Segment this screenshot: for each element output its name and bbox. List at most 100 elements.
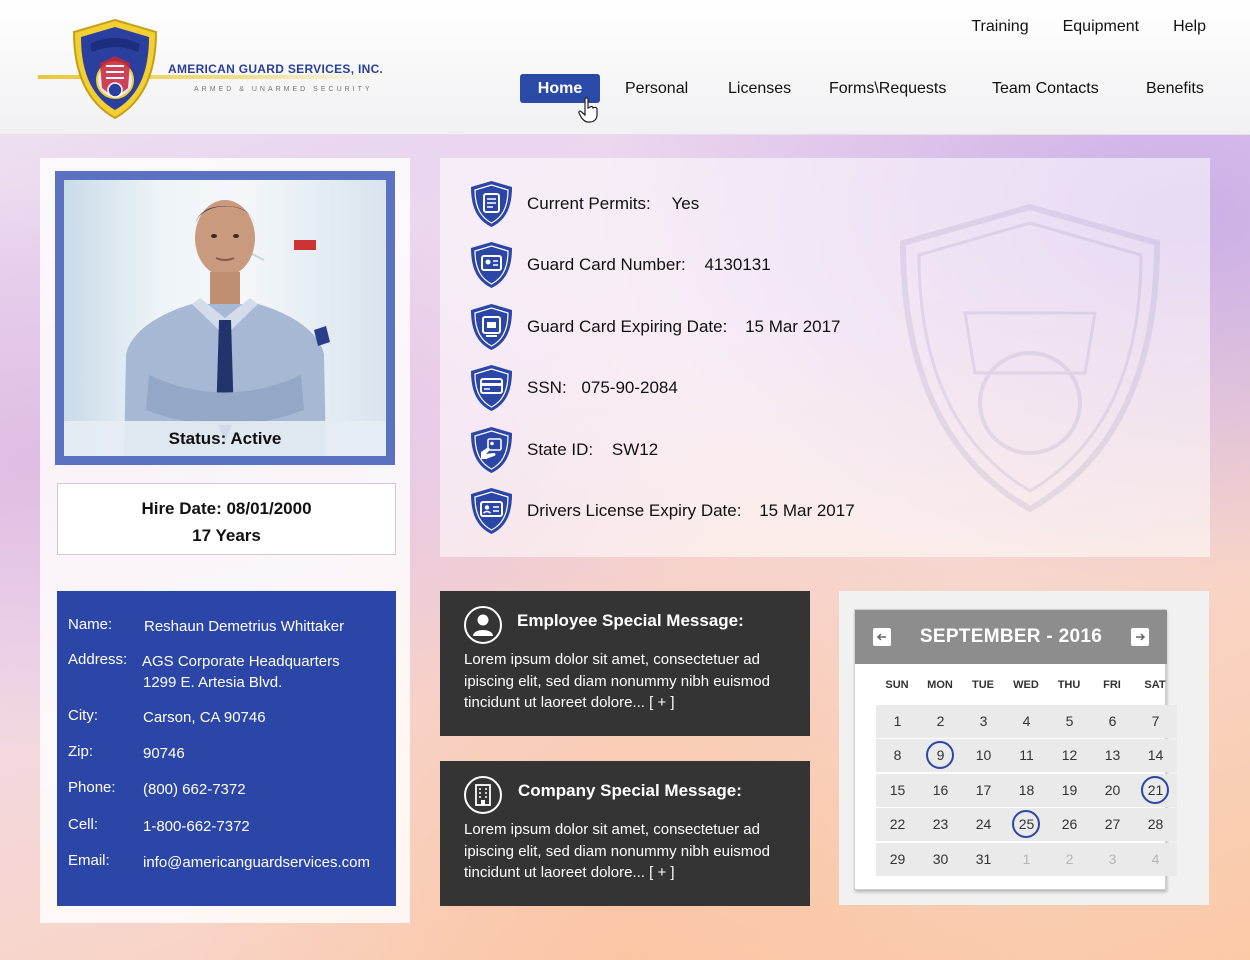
calendar-day[interactable]: 21	[1134, 774, 1177, 807]
calendar-day[interactable]: 8	[876, 739, 919, 772]
calendar-day[interactable]: 28	[1134, 808, 1177, 841]
detail-text: Current Permits: Yes	[527, 194, 699, 214]
calendar-day[interactable]: 24	[962, 808, 1005, 841]
detail-state-id: State ID: SW12	[470, 426, 658, 474]
calendar-day[interactable]: 15	[876, 774, 919, 807]
calendar-day-other-month[interactable]: 1	[1005, 843, 1048, 876]
calendar-header: SEPTEMBER - 2016	[855, 610, 1167, 664]
calendar-day-number: 15	[889, 782, 906, 798]
calendar-day-number: 30	[932, 851, 949, 867]
zip-label: Zip:	[68, 743, 94, 760]
name-label: Name:	[68, 616, 113, 633]
nav-team-contacts[interactable]: Team Contacts	[992, 74, 1099, 103]
event-marker-ring	[1012, 810, 1040, 838]
top-nav-training[interactable]: Training	[971, 18, 1028, 36]
calendar-day[interactable]: 12	[1048, 739, 1091, 772]
employee-message-body[interactable]: Lorem ipsum dolor sit amet, consectetuer…	[464, 649, 794, 714]
calendar-day[interactable]: 26	[1048, 808, 1091, 841]
calendar-day[interactable]: 9	[919, 739, 962, 772]
calendar-day-number: 7	[1151, 713, 1160, 729]
calendar-day[interactable]: 18	[1005, 774, 1048, 807]
calendar-day[interactable]: 31	[962, 843, 1005, 876]
company-logo[interactable]: AMERICAN GUARD SERVICES, INC. ARMED & UN…	[38, 18, 383, 122]
top-nav-help[interactable]: Help	[1173, 18, 1206, 36]
detail-guard-card-expiry: Guard Card Expiring Date: 15 Mar 2017	[470, 303, 841, 351]
detail-ssn: SSN: 075-90-2084	[470, 364, 678, 412]
weekday-tue: TUE	[972, 679, 994, 691]
calendar-day-number: 23	[932, 816, 949, 832]
email-label: Email:	[68, 852, 110, 869]
calendar-day-other-month[interactable]: 4	[1134, 843, 1177, 876]
hand-cursor-icon	[578, 97, 598, 123]
calendar-day-number: 27	[1104, 816, 1121, 832]
detail-text: Drivers License Expiry Date: 15 Mar 2017	[527, 501, 855, 521]
guard-details-panel: Current Permits: Yes Guard Card Number: …	[440, 158, 1210, 557]
calendar-day-number: 3	[979, 713, 988, 729]
calendar-day[interactable]: 14	[1134, 739, 1177, 772]
calendar-day-other-month[interactable]: 3	[1091, 843, 1134, 876]
prev-month-button[interactable]	[873, 628, 891, 646]
calendar-day[interactable]: 17	[962, 774, 1005, 807]
calendar-day[interactable]: 19	[1048, 774, 1091, 807]
calendar-day[interactable]: 7	[1134, 705, 1177, 738]
calendar-day-number: 8	[893, 747, 902, 763]
calendar-day[interactable]: 10	[962, 739, 1005, 772]
city-value: Carson, CA 90746	[143, 709, 266, 726]
status-badge: Status: Active	[64, 421, 386, 456]
current-permits-value: Yes	[671, 194, 700, 213]
calendar-day-number: 29	[889, 851, 906, 867]
calendar-day[interactable]: 25	[1005, 808, 1048, 841]
address-line-2: 1299 E. Artesia Blvd.	[143, 674, 283, 691]
company-message-title: Company Special Message:	[518, 781, 742, 800]
weekday-wed: WED	[1013, 679, 1039, 691]
email-value[interactable]: info@americanguardservices.com	[143, 852, 370, 873]
calendar-day-number: 1	[1022, 851, 1031, 867]
next-month-button[interactable]	[1131, 628, 1149, 646]
shield-logo-icon	[72, 18, 158, 120]
calendar-day-number: 14	[1147, 747, 1164, 763]
calendar-day[interactable]: 2	[919, 705, 962, 738]
weekday-fri: FRI	[1103, 679, 1121, 691]
city-label: City:	[68, 707, 98, 724]
calendar-day[interactable]: 23	[919, 808, 962, 841]
top-nav: Training Equipment Help	[971, 18, 1206, 36]
calendar-day[interactable]: 22	[876, 808, 919, 841]
calendar-day[interactable]: 1	[876, 705, 919, 738]
calendar-day[interactable]: 30	[919, 843, 962, 876]
nav-benefits[interactable]: Benefits	[1146, 74, 1204, 103]
calendar-day-number: 26	[1061, 816, 1078, 832]
nav-licenses[interactable]: Licenses	[728, 74, 791, 103]
top-nav-equipment[interactable]: Equipment	[1063, 18, 1140, 36]
user-icon	[464, 606, 502, 644]
guard-photo	[124, 200, 330, 456]
calendar-day-number: 19	[1061, 782, 1078, 798]
calendar-card-icon	[471, 304, 512, 350]
guard-card-expiry-value: 15 Mar 2017	[745, 317, 841, 336]
calendar-day-number: 20	[1104, 782, 1121, 798]
nav-personal[interactable]: Personal	[625, 74, 688, 103]
calendar-day[interactable]: 16	[919, 774, 962, 807]
calendar-day-other-month[interactable]: 2	[1048, 843, 1091, 876]
header: AMERICAN GUARD SERVICES, INC. ARMED & UN…	[0, 0, 1250, 135]
calendar-day[interactable]: 13	[1091, 739, 1134, 772]
detail-text: Guard Card Expiring Date: 15 Mar 2017	[527, 317, 841, 337]
zip-value: 90746	[143, 745, 185, 762]
drivers-license-expiry-label: Drivers License Expiry Date:	[527, 501, 742, 520]
calendar-day[interactable]: 27	[1091, 808, 1134, 841]
credit-card-icon	[471, 365, 512, 411]
company-message-body[interactable]: Lorem ipsum dolor sit amet, consectetuer…	[464, 819, 794, 884]
calendar-day[interactable]: 3	[962, 705, 1005, 738]
calendar-day[interactable]: 29	[876, 843, 919, 876]
nav-forms-requests[interactable]: Forms\Requests	[829, 74, 946, 103]
calendar-day-number: 24	[975, 816, 992, 832]
calendar-day[interactable]: 11	[1005, 739, 1048, 772]
guard-card-number-value: 4130131	[704, 255, 771, 274]
calendar-day[interactable]: 5	[1048, 705, 1091, 738]
cell-label: Cell:	[68, 816, 99, 833]
calendar-day[interactable]: 6	[1091, 705, 1134, 738]
calendar-day[interactable]: 20	[1091, 774, 1134, 807]
calendar-day[interactable]: 4	[1005, 705, 1048, 738]
main-nav: Home Personal Licenses Forms\Requests Te…	[520, 74, 1206, 104]
calendar-day-number: 4	[1151, 851, 1160, 867]
hand-id-icon	[471, 427, 512, 473]
